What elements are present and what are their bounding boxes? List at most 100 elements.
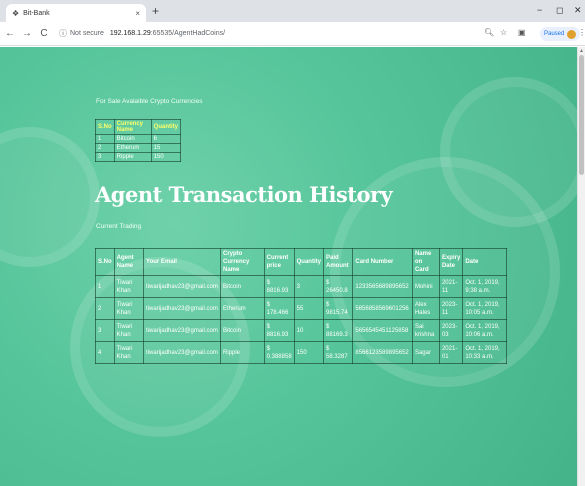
new-tab-button[interactable]: + [152,4,159,18]
url-host: 192.168.1.29 [109,30,151,37]
reload-icon[interactable]: C [37,28,51,39]
table-row: 3 Ripple 150 [95,152,182,162]
transaction-table: S.No Agent Name Your Email Crypto Curren… [95,248,507,364]
cell-sno: 2 [95,297,115,320]
sale-cell: Ripple [113,152,152,162]
cell-quantity: 55 [293,297,324,320]
header-agent-name: Agent Name [113,248,145,276]
table-row: 3 Tiwari Khan tiwarijadhav23@gmail.com B… [95,319,507,342]
scroll-up-icon[interactable]: ▲ [579,48,584,54]
cell-agent-name: Tiwari Khan [113,319,145,342]
header-email: Your Email [143,248,221,276]
sale-cell: 2 [95,143,115,153]
cell-paid-amount: $ 9815.74 [322,297,354,320]
info-icon[interactable]: ⓘ [59,28,67,39]
close-tab-icon[interactable]: × [135,9,140,18]
sale-cell: 150 [150,152,182,162]
sale-cell: 15 [150,143,182,153]
table-row: 1 Tiwari Khan tiwarijadhav23@gmail.com B… [95,275,507,298]
cell-quantity: 10 [293,319,324,342]
cell-date: Oct. 1, 2019, 9:38 a.m. [462,275,507,298]
header-name-on-card: Name on Card [411,248,440,276]
minimize-button[interactable]: − [537,5,542,15]
cell-paid-amount: $ 88169.3 [322,319,354,342]
avatar [567,29,577,39]
extension-icon[interactable]: ▣ [518,28,526,37]
current-trading-label: Current Trading [96,223,142,230]
cell-name-on-card: Mohini [411,275,440,298]
cell-date: Oct. 1, 2019, 10:05 a.m. [462,297,507,320]
table-row: 1 Bitcoin 6 [95,134,182,144]
scrollbar-thumb[interactable] [579,55,584,175]
cell-crypto-name: Bitcoin [219,275,265,298]
cell-current-price: $ 8816.93 [263,275,295,298]
cell-name-on-card: Alex Hales [411,297,440,320]
header-date: Date [462,248,507,276]
zoom-icon[interactable]: 🔍︎ [484,28,494,37]
bookmark-star-icon[interactable]: ☆ [500,28,507,37]
address-bar[interactable]: ⓘ Not secure 192.168.1.29:65535/AgentHad… [59,28,225,39]
forward-icon[interactable]: → [20,28,34,39]
sale-cell: 3 [95,152,115,162]
cell-quantity: 3 [293,275,324,298]
header-sno: S.No [95,248,115,276]
cell-agent-name: Tiwari Khan [113,275,145,298]
sale-cell: Etherum [113,143,152,153]
browser-tab[interactable]: ❖ Bit-Bank × [6,4,146,22]
cell-expiry-date: 2023-11 [438,297,464,320]
header-paid-amount: Paid Amount [322,248,354,276]
tab-title: Bit-Bank [23,9,50,17]
cell-crypto-name: Etherum [219,297,265,320]
cell-paid-amount: $ 26450.8 [322,275,354,298]
cell-quantity: 150 [293,341,324,364]
cell-date: Oct. 1, 2019, 10:33 a.m. [462,341,507,364]
back-icon[interactable]: ← [3,28,17,39]
sale-header-sno: S.No [95,119,115,135]
sale-header-currency: Currency Name [113,119,152,135]
cell-sno: 3 [95,319,115,342]
bitcoin-coin-image [0,127,100,267]
cell-email: tiwarijadhav23@gmail.com [143,275,221,298]
close-window-button[interactable]: ✕ [574,5,582,16]
browser-toolbar: ← → C ⓘ Not secure 192.168.1.29:65535/Ag… [0,22,585,46]
sale-table: S.No Currency Name Quantity 1 Bitcoin 6 … [95,119,182,162]
cell-card-number: 1233565689895652 [352,275,413,298]
page-scrollbar[interactable]: ▲ [577,47,585,486]
cell-date: Oct. 1, 2019, 10:06 a.m. [462,319,507,342]
cell-email: tiwarijadhav23@gmail.com [143,341,221,364]
table-row: 2 Tiwari Khan tiwarijadhav23@gmail.com E… [95,297,507,320]
header-card-number: Card Number [352,248,413,276]
transaction-header-row: S.No Agent Name Your Email Crypto Curren… [95,248,507,276]
bitcoin-coin-image [440,77,577,227]
cell-card-number: 5656545451125858 [352,319,413,342]
table-row: 2 Etherum 15 [95,143,182,153]
cell-sno: 4 [95,341,115,364]
menu-icon[interactable]: ⋮ [578,28,585,37]
cell-expiry-date: 2023-03 [438,319,464,342]
cell-paid-amount: $ 58.3287 [322,341,354,364]
bank-favicon-icon: ❖ [12,8,20,18]
sale-cell: 6 [150,134,182,144]
security-label: Not secure [70,30,104,37]
sale-cell: Bitcoin [113,134,152,144]
maximize-button[interactable]: ◻ [556,5,563,16]
cell-name-on-card: Sagar [411,341,440,364]
cell-current-price: $ 0.388858 [263,341,295,364]
sale-cell: 1 [95,134,115,144]
cell-current-price: $ 178.466 [263,297,295,320]
browser-titlebar: ❖ Bit-Bank × + − ◻ ✕ [0,0,585,22]
cell-card-number: 5656858569601256 [352,297,413,320]
cell-agent-name: Tiwari Khan [113,341,145,364]
profile-status: Paused [544,31,565,37]
url-path: :65535/AgentHadCoins/ [150,30,226,37]
cell-name-on-card: Sai krishna [411,319,440,342]
cell-email: tiwarijadhav23@gmail.com [143,319,221,342]
page-title: Agent Transaction History [95,182,393,207]
cell-expiry-date: 2021-11 [438,275,464,298]
cell-sno: 1 [95,275,115,298]
header-crypto-name: Crypto Currency Name [219,248,265,276]
header-current-price: Current price [263,248,295,276]
cell-crypto-name: Bitcoin [219,319,265,342]
table-row: 4 Tiwari Khan tiwarijadhav23@gmail.com R… [95,341,507,364]
profile-button[interactable]: Paused [540,27,581,41]
